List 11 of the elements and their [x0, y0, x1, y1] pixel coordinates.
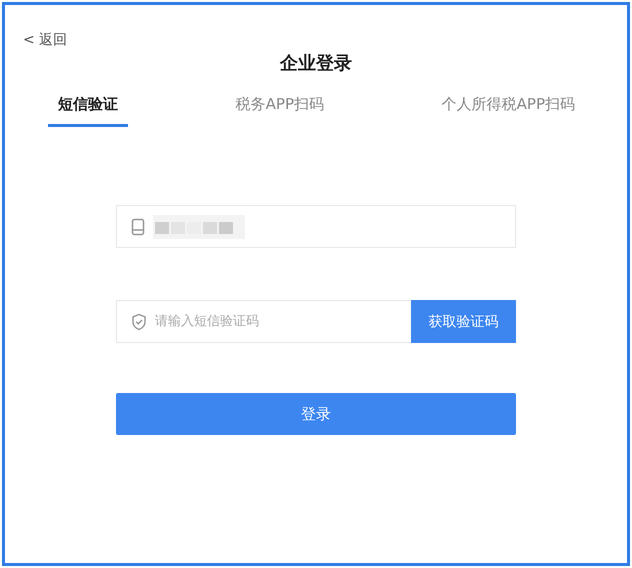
- phone-icon: [131, 218, 145, 236]
- phone-field[interactable]: [116, 205, 516, 248]
- shield-icon: [131, 312, 147, 330]
- tab[interactable]: 个人所得税APP扫码: [432, 87, 585, 127]
- get-code-button[interactable]: 获取验证码: [411, 300, 516, 343]
- back-link[interactable]: < 返回: [23, 32, 68, 48]
- page-title: 企业登录: [278, 52, 353, 75]
- tab[interactable]: 税务APP扫码: [226, 87, 334, 127]
- code-field[interactable]: 请输入短信验证码 获取验证码: [116, 300, 516, 343]
- login-button[interactable]: 登录: [116, 393, 516, 435]
- tab[interactable]: 短信验证: [48, 87, 128, 127]
